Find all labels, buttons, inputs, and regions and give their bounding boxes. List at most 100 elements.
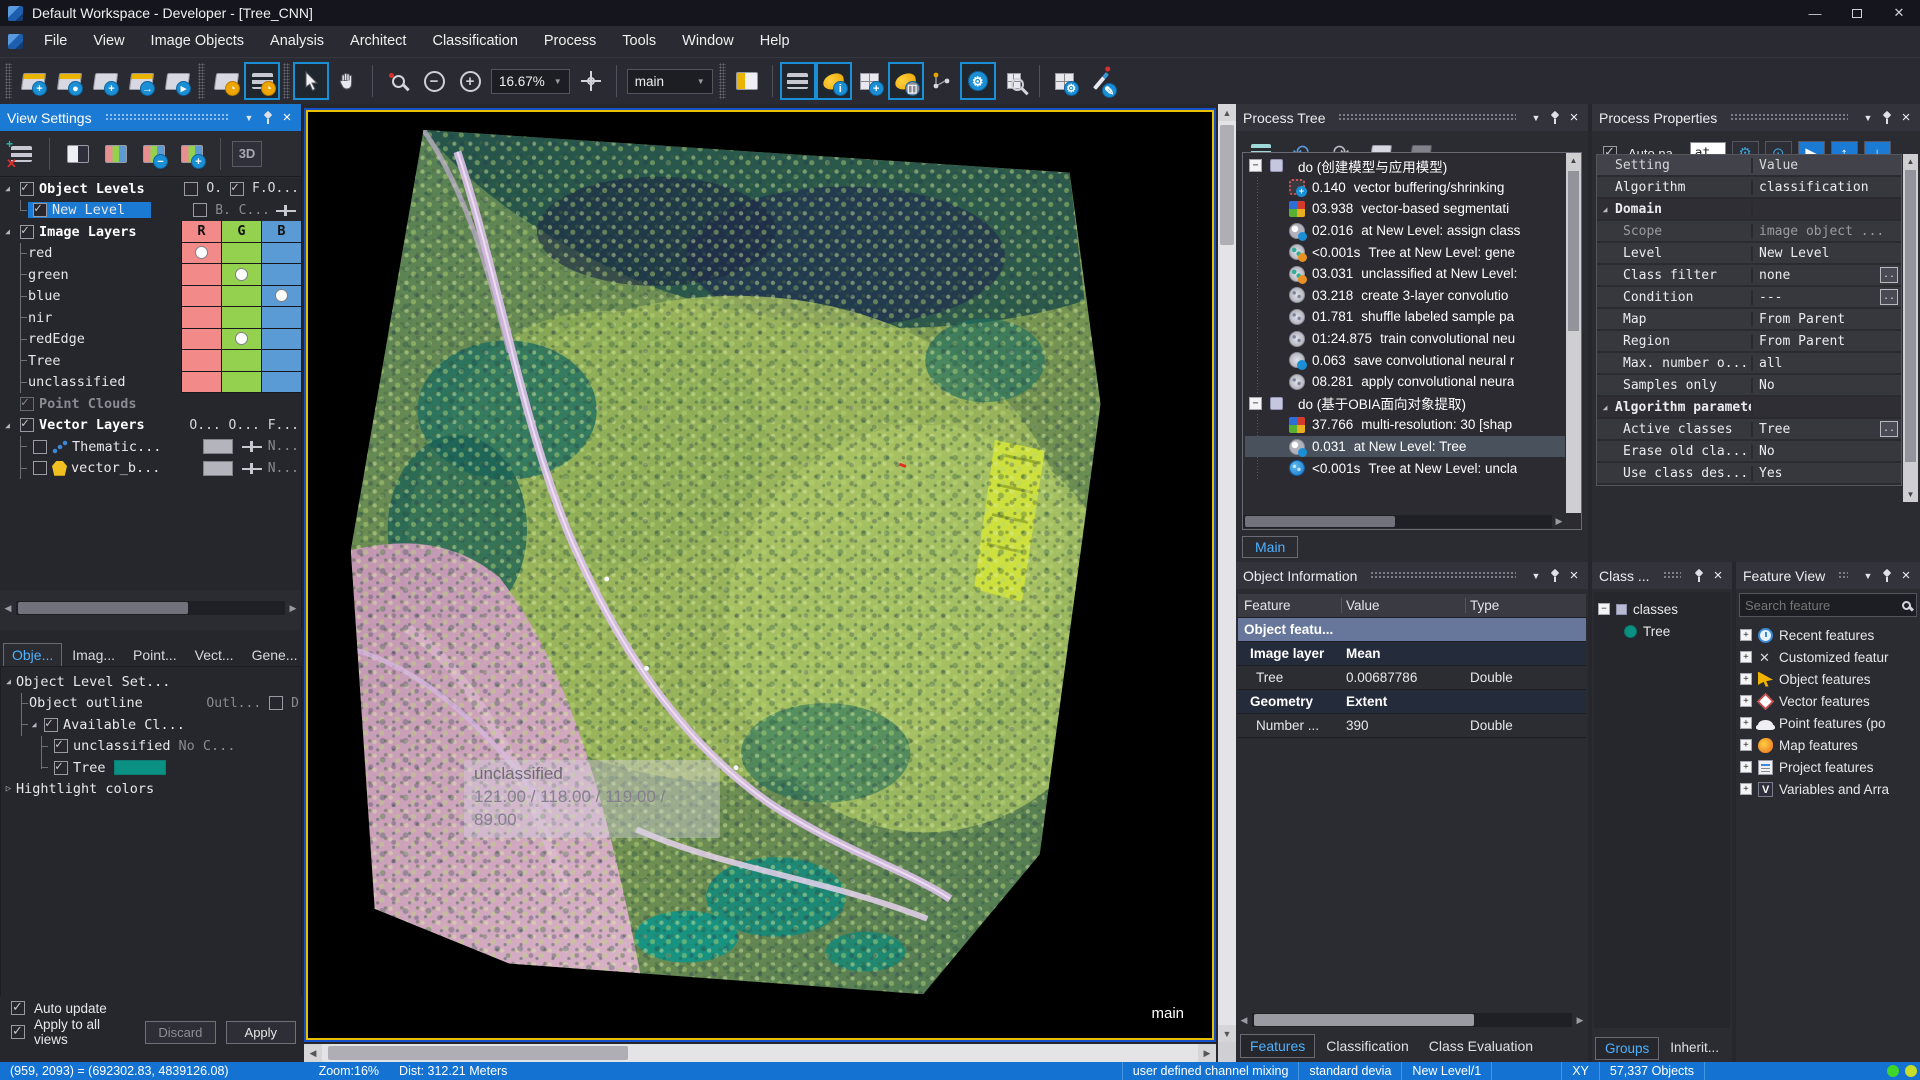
left-dock-tab[interactable]: Gene...: [244, 644, 306, 666]
class-root-row[interactable]: − classes: [1598, 598, 1726, 620]
image-layer-row[interactable]: Tree: [0, 350, 301, 372]
expander-icon[interactable]: +: [1740, 695, 1752, 707]
transparency-slider-icon[interactable]: [276, 205, 296, 216]
channel-cell-b[interactable]: [261, 372, 301, 394]
scroll-right-icon[interactable]: ▶: [1552, 516, 1566, 527]
left-dock-tab[interactable]: Vect...: [187, 644, 242, 666]
checkbox[interactable]: [20, 397, 34, 411]
scroll-right-icon[interactable]: ▶: [285, 603, 301, 614]
scroll-down-icon[interactable]: ▼: [1903, 487, 1918, 502]
checkbox[interactable]: [20, 418, 34, 432]
process-tree-tab-main[interactable]: Main: [1242, 536, 1298, 558]
toolbar-drag-handle[interactable]: [283, 63, 290, 99]
cursor-tool-icon[interactable]: [293, 62, 329, 100]
feature-view-item[interactable]: + Vector features: [1736, 690, 1920, 712]
chevron-down-icon[interactable]: ▼: [1529, 113, 1543, 123]
new-project-icon[interactable]: +: [15, 62, 51, 100]
tree-row-object-outline[interactable]: Object outline Outl... D: [1, 693, 301, 715]
process-tree-row[interactable]: − <0.001s Tree at New Level: gene: [1245, 241, 1565, 263]
scroll-left-icon[interactable]: ◀: [1236, 1015, 1252, 1026]
toolbar-drag-handle[interactable]: [719, 63, 726, 99]
object-info-tab[interactable]: Classification: [1317, 1035, 1417, 1057]
checkbox[interactable]: [20, 182, 34, 196]
process-tree-row[interactable]: − 0.063 save convolutional neural r: [1245, 349, 1565, 371]
feature-view-item[interactable]: + Point features (po: [1736, 712, 1920, 734]
channel-cell-g[interactable]: [221, 329, 261, 351]
open-workspace-icon[interactable]: ▸: [159, 62, 195, 100]
transparency-slider-icon[interactable]: [242, 441, 262, 452]
expander-icon[interactable]: +: [1740, 783, 1752, 795]
left-dock-tab[interactable]: Point...: [125, 644, 185, 666]
workspace-settings-icon[interactable]: ⚙: [1047, 62, 1083, 100]
scrollbar-thumb[interactable]: [18, 602, 188, 614]
property-row[interactable]: ◢ Max. number o... all: [1597, 353, 1901, 375]
tree-row-point-clouds[interactable]: Point Clouds: [0, 393, 301, 415]
property-row[interactable]: ◢ Active classes Tree ..: [1597, 419, 1901, 441]
object-info-row[interactable]: Tree 0.00687786 Double: [1238, 666, 1586, 690]
map-view-canvas[interactable]: unclassified 121.00 / 118.00 / 119.00 / …: [306, 110, 1214, 1040]
class-hierarchy-tab[interactable]: Inherit...: [1661, 1037, 1728, 1060]
expander-icon[interactable]: ◢: [1, 677, 16, 686]
expander-icon[interactable]: ◢: [1597, 403, 1613, 412]
property-row[interactable]: ◢ Class filter none ..: [1597, 265, 1901, 287]
feature-view-header[interactable]: Feature View ▼ ×: [1736, 562, 1920, 589]
property-row[interactable]: ◢ Samples only No: [1597, 375, 1901, 397]
chevron-down-icon[interactable]: ▼: [1529, 571, 1543, 581]
process-tree-row[interactable]: − 37.766 multi-resolution: 30 [shap: [1245, 414, 1565, 436]
scroll-down-icon[interactable]: ▼: [1218, 1025, 1236, 1042]
process-tree-row[interactable]: − 0.140 vector buffering/shrinking: [1245, 177, 1565, 199]
scrollbar-thumb[interactable]: [328, 1046, 628, 1060]
expander-icon[interactable]: +: [1740, 651, 1752, 663]
vector-layer-row[interactable]: Thematic... N...: [0, 436, 301, 458]
process-tree-row[interactable]: − 03.218 create 3-layer convolutio: [1245, 285, 1565, 307]
add-image-layer-icon[interactable]: +: [87, 62, 123, 100]
process-tree-row[interactable]: − 02.016 at New Level: assign class: [1245, 220, 1565, 242]
property-row[interactable]: ◢ Region From Parent: [1597, 331, 1901, 353]
pan-tool-icon[interactable]: [329, 62, 365, 100]
class-hierarchy-header[interactable]: Class ... ×: [1592, 562, 1732, 589]
pin-icon[interactable]: [1694, 569, 1704, 582]
expander-icon[interactable]: ▷: [1, 784, 16, 794]
search-input[interactable]: [1745, 598, 1897, 613]
scroll-left-icon[interactable]: ◀: [0, 603, 16, 614]
process-tree-row[interactable]: − 0.031 at New Level: Tree: [1245, 436, 1565, 458]
expander-icon[interactable]: −: [1249, 397, 1262, 410]
channel-cell-b[interactable]: [261, 243, 301, 265]
tree-row-image-layers[interactable]: ◢ Image Layers R G B: [0, 221, 301, 243]
view-layer-icon[interactable]: [780, 62, 816, 100]
close-icon[interactable]: ×: [1899, 568, 1913, 583]
feature-view-item[interactable]: + Variables and Arra: [1736, 778, 1920, 800]
scroll-up-icon[interactable]: ▲: [1566, 153, 1581, 168]
process-tree-row[interactable]: − 03.031 unclassified at New Level:: [1245, 263, 1565, 285]
process-tree-row[interactable]: − 08.281 apply convolutional neura: [1245, 371, 1565, 393]
menu-item[interactable]: Architect: [337, 26, 419, 57]
pin-icon[interactable]: [263, 111, 273, 124]
process-link-icon[interactable]: [924, 62, 960, 100]
checkbox[interactable]: [184, 182, 198, 196]
property-row[interactable]: ◢ Map From Parent: [1597, 309, 1901, 331]
scroll-right-icon[interactable]: ▶: [1572, 1015, 1588, 1026]
toolbar-drag-handle[interactable]: [5, 63, 12, 99]
scrollbar-thumb[interactable]: [1245, 516, 1395, 527]
vector-layer-row[interactable]: vector_b... N...: [0, 458, 301, 480]
tree-row-vector-layers[interactable]: ◢ Vector Layers O... O... F...: [0, 415, 301, 437]
image-layer-row[interactable]: nir: [0, 307, 301, 329]
channel-cell-b[interactable]: [261, 307, 301, 329]
edit-levels-icon[interactable]: +✕: [4, 136, 38, 172]
channel-cell-r[interactable]: [181, 264, 221, 286]
object-info-hscrollbar[interactable]: ◀ ▶: [1236, 1012, 1588, 1028]
image-layer-row[interactable]: unclassified: [0, 372, 301, 394]
scroll-left-icon[interactable]: ◀: [304, 1044, 322, 1062]
channel-cell-b[interactable]: [261, 329, 301, 351]
property-row[interactable]: ◢ Erase old cla... No: [1597, 441, 1901, 463]
tree-row-highlight-colors[interactable]: ▷ Hightlight colors: [1, 779, 301, 801]
scrollbar-thumb[interactable]: [1220, 125, 1234, 245]
checkbox[interactable]: [54, 739, 68, 753]
object-information-header[interactable]: Object Information ▼ ×: [1236, 562, 1588, 589]
tree-row-object-level-settings[interactable]: ◢ Object Level Set...: [1, 671, 301, 693]
scroll-right-icon[interactable]: ▶: [1198, 1044, 1216, 1062]
left-dock-tab[interactable]: Obje...: [3, 643, 62, 666]
expander-icon[interactable]: +: [1740, 761, 1752, 773]
menu-item[interactable]: File: [31, 26, 80, 57]
ellipsis-button[interactable]: ..: [1880, 289, 1898, 305]
